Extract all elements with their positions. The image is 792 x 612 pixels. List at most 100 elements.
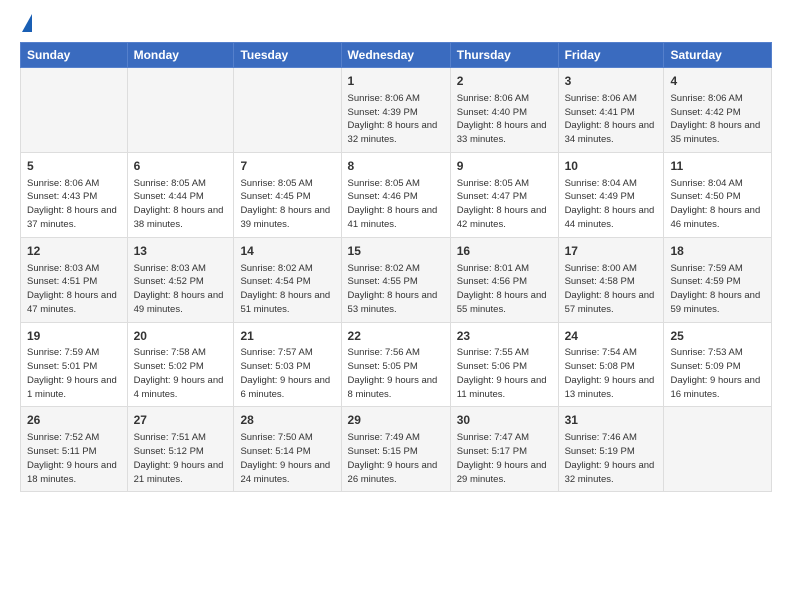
- calendar-cell: 6Sunrise: 8:05 AM Sunset: 4:44 PM Daylig…: [127, 152, 234, 237]
- day-info: Sunrise: 8:06 AM Sunset: 4:42 PM Dayligh…: [670, 92, 765, 147]
- calendar-cell: 17 Sunrise: 8:00 AM Sunset: 4:58 PM Dayli…: [558, 237, 664, 322]
- day-number: 23: [457, 328, 552, 345]
- calendar-cell: 10 Sunrise: 8:04 AM Sunset: 4:49 PM Dayli…: [558, 152, 664, 237]
- day-number: 25: [670, 328, 765, 345]
- day-info: Sunrise: 8:06 AM Sunset: 4:41 PM Dayligh…: [565, 92, 658, 147]
- logo: [20, 18, 32, 32]
- day-info: Sunrise: 8:00 AM Sunset: 4:58 PM Dayligh…: [565, 262, 658, 317]
- calendar-cell: 1 Sunrise: 8:06 AM Sunset: 4:39 PM Daylig…: [341, 68, 450, 153]
- calendar-cell: 29Sunrise: 7:49 AM Sunset: 5:15 PM Dayli…: [341, 407, 450, 492]
- day-number: 14: [240, 243, 334, 260]
- calendar-cell: 7 Sunrise: 8:05 AM Sunset: 4:45 PM Daylig…: [234, 152, 341, 237]
- calendar-cell: 13 Sunrise: 8:03 AM Sunset: 4:52 PM Dayli…: [127, 237, 234, 322]
- calendar-cell: 19Sunrise: 7:59 AM Sunset: 5:01 PM Dayli…: [21, 322, 128, 407]
- day-info: Sunrise: 7:53 AM Sunset: 5:09 PM Dayligh…: [670, 346, 765, 401]
- day-info: Sunrise: 8:04 AM Sunset: 4:49 PM Dayligh…: [565, 177, 658, 232]
- calendar-cell: 21Sunrise: 7:57 AM Sunset: 5:03 PM Dayli…: [234, 322, 341, 407]
- day-info: Sunrise: 8:05 AM Sunset: 4:45 PM Dayligh…: [240, 177, 334, 232]
- calendar-cell: 3 Sunrise: 8:06 AM Sunset: 4:41 PM Daylig…: [558, 68, 664, 153]
- day-number: 3: [565, 73, 658, 90]
- calendar-body: 1 Sunrise: 8:06 AM Sunset: 4:39 PM Daylig…: [21, 68, 772, 492]
- day-number: 15: [348, 243, 444, 260]
- calendar-cell: 18 Sunrise: 7:59 AM Sunset: 4:59 PM Dayli…: [664, 237, 772, 322]
- calendar-cell: 30 Sunrise: 7:47 AM Sunset: 5:17 PM Dayli…: [450, 407, 558, 492]
- calendar-cell: 16Sunrise: 8:01 AM Sunset: 4:56 PM Dayli…: [450, 237, 558, 322]
- day-number: 22: [348, 328, 444, 345]
- day-info: Sunrise: 8:06 AM Sunset: 4:43 PM Dayligh…: [27, 177, 121, 232]
- day-info: Sunrise: 8:06 AM Sunset: 4:39 PM Dayligh…: [348, 92, 444, 147]
- day-number: 12: [27, 243, 121, 260]
- day-number: 10: [565, 158, 658, 175]
- day-number: 20: [134, 328, 228, 345]
- calendar-cell: 23Sunrise: 7:55 AM Sunset: 5:06 PM Dayli…: [450, 322, 558, 407]
- calendar-week-2: 5 Sunrise: 8:06 AM Sunset: 4:43 PM Daylig…: [21, 152, 772, 237]
- calendar-cell: [234, 68, 341, 153]
- day-number: 19: [27, 328, 121, 345]
- day-number: 1: [348, 73, 444, 90]
- day-info: Sunrise: 8:05 AM Sunset: 4:46 PM Dayligh…: [348, 177, 444, 232]
- day-info: Sunrise: 7:47 AM Sunset: 5:17 PM Dayligh…: [457, 431, 552, 486]
- day-number: 18: [670, 243, 765, 260]
- day-info: Sunrise: 7:55 AM Sunset: 5:06 PM Dayligh…: [457, 346, 552, 401]
- day-info: Sunrise: 8:05 AM Sunset: 4:44 PM Dayligh…: [134, 177, 228, 232]
- day-info: Sunrise: 7:54 AM Sunset: 5:08 PM Dayligh…: [565, 346, 658, 401]
- day-info: Sunrise: 7:50 AM Sunset: 5:14 PM Dayligh…: [240, 431, 334, 486]
- calendar-cell: 8Sunrise: 8:05 AM Sunset: 4:46 PM Daylig…: [341, 152, 450, 237]
- day-number: 30: [457, 412, 552, 429]
- calendar-week-4: 19Sunrise: 7:59 AM Sunset: 5:01 PM Dayli…: [21, 322, 772, 407]
- calendar-cell: 24Sunrise: 7:54 AM Sunset: 5:08 PM Dayli…: [558, 322, 664, 407]
- calendar-cell: [664, 407, 772, 492]
- day-info: Sunrise: 7:59 AM Sunset: 4:59 PM Dayligh…: [670, 262, 765, 317]
- day-info: Sunrise: 8:06 AM Sunset: 4:40 PM Dayligh…: [457, 92, 552, 147]
- weekday-tuesday: Tuesday: [234, 43, 341, 68]
- day-number: 13: [134, 243, 228, 260]
- day-info: Sunrise: 8:03 AM Sunset: 4:52 PM Dayligh…: [134, 262, 228, 317]
- header: [20, 18, 772, 32]
- day-info: Sunrise: 7:59 AM Sunset: 5:01 PM Dayligh…: [27, 346, 121, 401]
- day-number: 21: [240, 328, 334, 345]
- calendar-cell: 31 Sunrise: 7:46 AM Sunset: 5:19 PM Dayli…: [558, 407, 664, 492]
- calendar-cell: 15 Sunrise: 8:02 AM Sunset: 4:55 PM Dayli…: [341, 237, 450, 322]
- day-number: 16: [457, 243, 552, 260]
- calendar-cell: [127, 68, 234, 153]
- calendar-cell: 2 Sunrise: 8:06 AM Sunset: 4:40 PM Daylig…: [450, 68, 558, 153]
- day-info: Sunrise: 7:52 AM Sunset: 5:11 PM Dayligh…: [27, 431, 121, 486]
- calendar-cell: 20Sunrise: 7:58 AM Sunset: 5:02 PM Dayli…: [127, 322, 234, 407]
- day-number: 5: [27, 158, 121, 175]
- day-number: 7: [240, 158, 334, 175]
- weekday-wednesday: Wednesday: [341, 43, 450, 68]
- day-info: Sunrise: 8:05 AM Sunset: 4:47 PM Dayligh…: [457, 177, 552, 232]
- calendar-cell: 11Sunrise: 8:04 AM Sunset: 4:50 PM Dayli…: [664, 152, 772, 237]
- calendar-cell: 28Sunrise: 7:50 AM Sunset: 5:14 PM Dayli…: [234, 407, 341, 492]
- day-number: 2: [457, 73, 552, 90]
- calendar-cell: 9Sunrise: 8:05 AM Sunset: 4:47 PM Daylig…: [450, 152, 558, 237]
- day-number: 4: [670, 73, 765, 90]
- weekday-friday: Friday: [558, 43, 664, 68]
- calendar-week-5: 26 Sunrise: 7:52 AM Sunset: 5:11 PM Dayli…: [21, 407, 772, 492]
- calendar-cell: 25Sunrise: 7:53 AM Sunset: 5:09 PM Dayli…: [664, 322, 772, 407]
- day-info: Sunrise: 7:56 AM Sunset: 5:05 PM Dayligh…: [348, 346, 444, 401]
- calendar-cell: 4 Sunrise: 8:06 AM Sunset: 4:42 PM Daylig…: [664, 68, 772, 153]
- calendar-cell: 27Sunrise: 7:51 AM Sunset: 5:12 PM Dayli…: [127, 407, 234, 492]
- weekday-saturday: Saturday: [664, 43, 772, 68]
- day-info: Sunrise: 7:46 AM Sunset: 5:19 PM Dayligh…: [565, 431, 658, 486]
- day-info: Sunrise: 7:58 AM Sunset: 5:02 PM Dayligh…: [134, 346, 228, 401]
- calendar-cell: [21, 68, 128, 153]
- calendar-header: SundayMondayTuesdayWednesdayThursdayFrid…: [21, 43, 772, 68]
- calendar-cell: 12 Sunrise: 8:03 AM Sunset: 4:51 PM Dayli…: [21, 237, 128, 322]
- day-number: 17: [565, 243, 658, 260]
- calendar-cell: 14 Sunrise: 8:02 AM Sunset: 4:54 PM Dayli…: [234, 237, 341, 322]
- day-number: 24: [565, 328, 658, 345]
- day-number: 31: [565, 412, 658, 429]
- day-number: 29: [348, 412, 444, 429]
- calendar-week-3: 12 Sunrise: 8:03 AM Sunset: 4:51 PM Dayli…: [21, 237, 772, 322]
- day-info: Sunrise: 8:02 AM Sunset: 4:54 PM Dayligh…: [240, 262, 334, 317]
- day-info: Sunrise: 7:57 AM Sunset: 5:03 PM Dayligh…: [240, 346, 334, 401]
- day-info: Sunrise: 7:51 AM Sunset: 5:12 PM Dayligh…: [134, 431, 228, 486]
- day-info: Sunrise: 8:02 AM Sunset: 4:55 PM Dayligh…: [348, 262, 444, 317]
- calendar-week-1: 1 Sunrise: 8:06 AM Sunset: 4:39 PM Daylig…: [21, 68, 772, 153]
- logo-triangle-icon: [22, 14, 32, 32]
- day-number: 26: [27, 412, 121, 429]
- day-info: Sunrise: 8:03 AM Sunset: 4:51 PM Dayligh…: [27, 262, 121, 317]
- calendar-cell: 26 Sunrise: 7:52 AM Sunset: 5:11 PM Dayli…: [21, 407, 128, 492]
